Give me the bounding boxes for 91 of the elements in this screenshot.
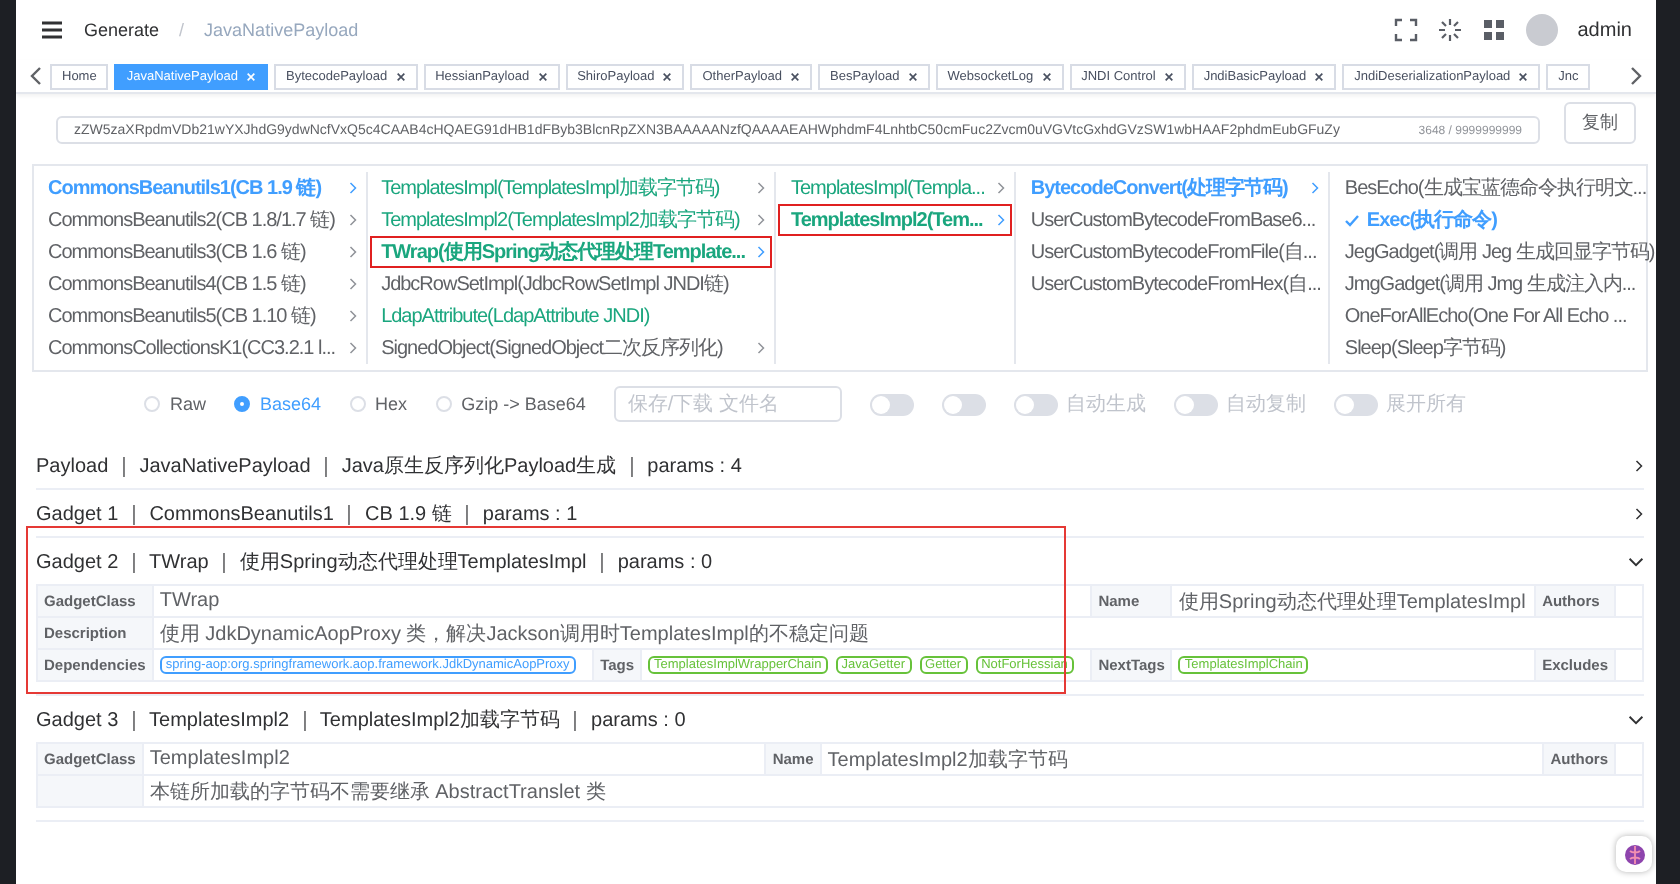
switch-label: 自动复制: [1225, 391, 1306, 418]
option-label: Exec(执行命令): [1366, 207, 1499, 234]
section-title: Gadget 2 ｜ TWrap ｜ 使用Spring动态代理处理TemplatesImpl ｜ params : 0: [36, 549, 715, 575]
close-icon[interactable]: [907, 71, 918, 81]
cascader-option[interactable]: TemplatesImpl(Templa...: [778, 172, 1013, 204]
option-label: CommonsBeanutils5(CB 1.10 链): [48, 304, 318, 330]
option-label: CommonsBeanutils3(CB 1.6 链): [48, 240, 308, 266]
assistant-icon[interactable]: [1616, 836, 1652, 872]
option-label: OneForAllEcho(One For All Echo ...: [1344, 305, 1629, 327]
section-title: Gadget 1 ｜ CommonsBeanutils1 ｜ CB 1.9 链 ｜ params : 1: [36, 501, 580, 527]
option-label: TemplatesImpl2(TemplatesImpl2加载字节码): [381, 207, 742, 234]
option-label: UserCustomBytecodeFromFile(自...: [1030, 240, 1319, 266]
close-icon[interactable]: [662, 71, 673, 81]
collapse-header[interactable]: Payload ｜ JavaNativePayload ｜ Java原生反序列化Payload生成 ｜ params : 4: [36, 442, 1644, 488]
cascader-option[interactable]: UserCustomBytecodeFromBase6...: [1018, 204, 1327, 236]
option-label: CommonsBeanutils2(CB 1.8/1.7 链): [48, 208, 336, 234]
filename-input[interactable]: 保存/下载 文件名: [613, 386, 842, 422]
toggle-switch[interactable]: [869, 393, 914, 415]
radio-option[interactable]: Hex: [349, 394, 408, 414]
close-icon[interactable]: [790, 71, 800, 81]
field-value: TemplatesImpl2: [143, 744, 767, 776]
cascader-option[interactable]: LdapAttribute(LdapAttribute JNDI): [369, 300, 773, 332]
breadcrumb-separator: /: [179, 20, 185, 40]
option-label: JdbcRowSetImpl(JdbcRowSetImpl JNDI链): [381, 272, 731, 298]
collapse-header[interactable]: Gadget 1 ｜ CommonsBeanutils1 ｜ CB 1.9 链 ｜ params : 1: [36, 490, 1644, 536]
cascader-option[interactable]: JdbcRowSetImpl(JdbcRowSetImpl JNDI链): [369, 268, 773, 300]
scroll-right-icon: [1628, 66, 1644, 86]
cascader-option[interactable]: OneForAllEcho(One For All Echo ...: [1332, 300, 1656, 332]
field-value: TemplatesImpl2加载字节码: [821, 744, 1545, 776]
switch-label: 自动生成: [1065, 391, 1146, 418]
cascader-option[interactable]: JegGadget(调用 Jeg 生成回显字节码): [1332, 236, 1656, 268]
collapse-header[interactable]: Gadget 2 ｜ TWrap ｜ 使用Spring动态代理处理TemplatesImpl ｜ params : 0: [36, 538, 1644, 584]
cascader-option[interactable]: TemplatesImpl2(Tem...: [778, 204, 1013, 236]
option-label: BytecodeConvert(处理字节码): [1030, 174, 1290, 202]
cascader-option[interactable]: CommonsBeanutils4(CB 1.5 链): [36, 268, 364, 300]
section-title: Gadget 3 ｜ TemplatesImpl2 ｜ TemplatesImpl2加载字节码 ｜ params : 0: [36, 707, 688, 733]
toggle-switch[interactable]: [1333, 393, 1378, 415]
collapse-header[interactable]: Gadget 3 ｜ TemplatesImpl2 ｜ TemplatesImpl2加载字节码 ｜ params : 0: [36, 696, 1644, 742]
cascader-option[interactable]: UserCustomBytecodeFromFile(自...: [1018, 236, 1327, 268]
cascader-option[interactable]: UserCustomBytecodeFromHex(自...: [1018, 268, 1327, 300]
option-label: CommonsBeanutils1(CB 1.9 链): [48, 175, 324, 202]
menu-icon[interactable]: [40, 18, 64, 42]
option-label: BesEcho(生成宝蓝德命令执行明文...: [1344, 175, 1649, 202]
field-value: 使用Spring动态代理处理TemplatesImpl: [1172, 586, 1537, 618]
option-label: CommonsCollectionsK1(CC3.2.1 l...: [48, 337, 336, 359]
close-icon[interactable]: [1163, 71, 1174, 81]
cascader-option[interactable]: TemplatesImpl(TemplatesImpl加载字节码): [369, 172, 773, 204]
option-label: SignedObject(SignedObject二次反序列化): [381, 335, 725, 362]
cascader-option[interactable]: CommonsBeanutils5(CB 1.10 链): [36, 300, 364, 332]
option-label: UserCustomBytecodeFromHex(自...: [1030, 272, 1321, 298]
toggle-switch[interactable]: [1013, 393, 1058, 415]
spinner-icon[interactable]: [1437, 18, 1462, 42]
radio-option[interactable]: Gzip -> Base64: [435, 394, 586, 414]
option-label: UserCustomBytecodeFromBase6...: [1030, 209, 1318, 231]
breadcrumb-current: JavaNativePayload: [204, 20, 359, 40]
cascader-option[interactable]: CommonsCollectionsK1(CC3.2.1 l...: [36, 332, 364, 364]
option-label: LdapAttribute(LdapAttribute JNDI): [381, 305, 652, 327]
option-label: TemplatesImpl(TemplatesImpl加载字节码): [381, 175, 722, 202]
close-icon[interactable]: [1314, 71, 1325, 81]
grid-icon[interactable]: [1481, 18, 1506, 42]
cascader-option[interactable]: CommonsBeanutils3(CB 1.6 链): [36, 236, 364, 268]
scroll-left-icon: [28, 66, 44, 86]
close-icon[interactable]: [537, 71, 548, 81]
field-value: TWrap: [153, 586, 1093, 618]
option-label: CommonsBeanutils4(CB 1.5 链): [48, 272, 308, 298]
breadcrumb-link[interactable]: Generate: [84, 20, 160, 40]
radio-option[interactable]: Raw: [144, 394, 207, 414]
cascader-option[interactable]: TemplatesImpl2(TemplatesImpl2加载字节码): [369, 204, 773, 236]
section-title: Payload ｜ JavaNativePayload ｜ Java原生反序列化Payload生成 ｜ params : 4: [36, 453, 744, 479]
cascader-option[interactable]: CommonsBeanutils2(CB 1.8/1.7 链): [36, 204, 364, 236]
cascader-option[interactable]: TWrap(使用Spring动态代理处理Template...: [369, 236, 773, 268]
option-label: TemplatesImpl(Templa...: [790, 177, 985, 199]
option-label: JegGadget(调用 Jeg 生成回显字节码): [1344, 239, 1655, 266]
user-name[interactable]: admin: [1577, 19, 1632, 41]
option-label: JmgGadget(调用 Jmg 生成注入内...: [1344, 271, 1638, 298]
close-icon[interactable]: [1041, 71, 1052, 81]
cascader-option[interactable]: SignedObject(SignedObject二次反序列化): [369, 332, 773, 364]
copy-button[interactable]: 复制: [1564, 102, 1636, 144]
toggle-switch[interactable]: [1173, 393, 1218, 415]
option-label: TWrap(使用Spring动态代理处理Template...: [381, 239, 745, 266]
field-value: 本链所加载的字节码不需要继承 AbstractTranslet 类: [143, 776, 1644, 808]
option-label: Sleep(Sleep字节码): [1344, 335, 1508, 362]
fullscreen-icon[interactable]: [1393, 18, 1418, 42]
option-label: TemplatesImpl2(Tem...: [790, 209, 985, 231]
close-icon[interactable]: [395, 71, 406, 81]
toggle-switch[interactable]: [941, 393, 986, 415]
close-icon[interactable]: [1518, 71, 1529, 81]
switch-label: 展开所有: [1385, 391, 1466, 418]
cascader-option[interactable]: JmgGadget(调用 Jmg 生成注入内...: [1332, 268, 1656, 300]
cascader-option[interactable]: Sleep(Sleep字节码): [1332, 332, 1656, 364]
cascader-option[interactable]: BesEcho(生成宝蓝德命令执行明文...: [1332, 172, 1656, 204]
